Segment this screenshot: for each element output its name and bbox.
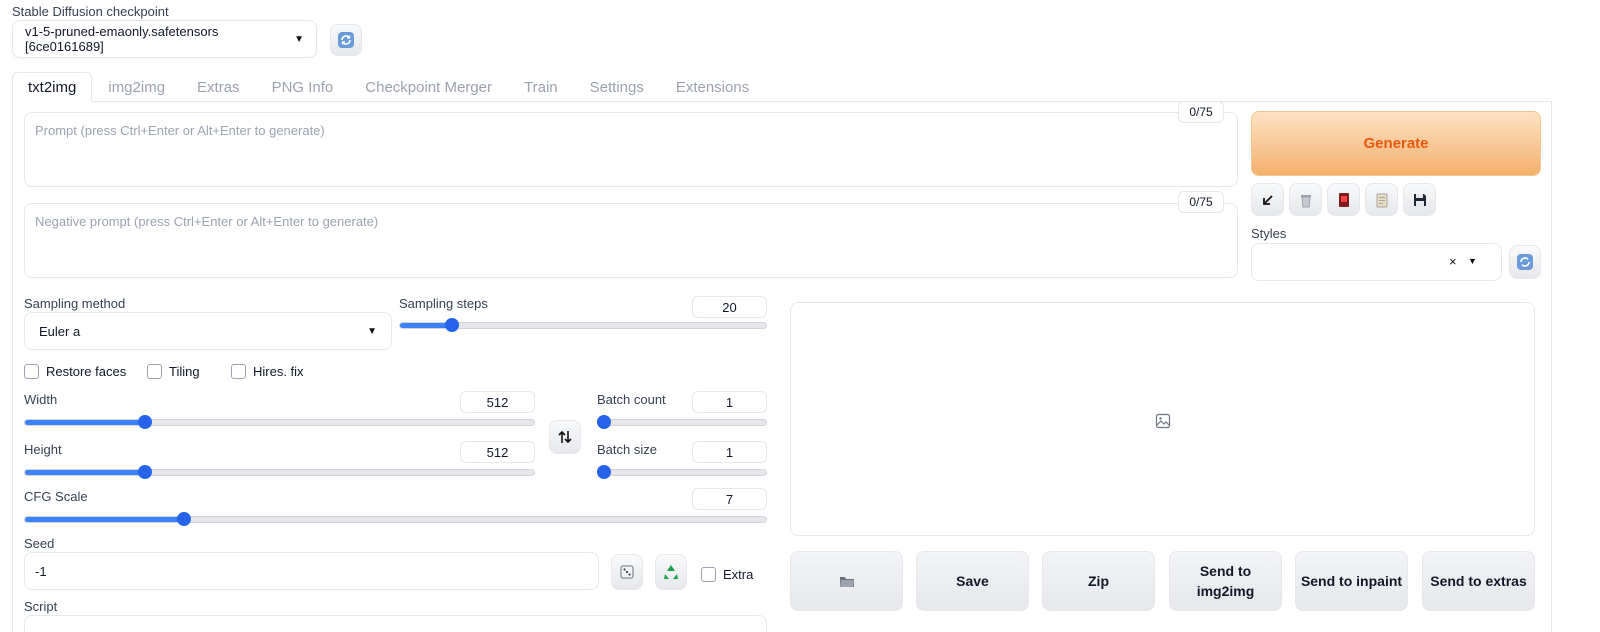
recycle-icon [664,565,678,579]
trash-icon [1300,194,1311,207]
batch-size-input[interactable]: 1 [692,441,767,463]
dice-icon [620,565,634,579]
cfg-scale-label: CFG Scale [24,489,88,504]
height-label: Height [24,442,62,457]
extra-seed-label: Extra [723,567,754,582]
styles-select[interactable]: × ▼ [1251,243,1502,281]
sampling-method-select[interactable]: Euler a ▼ [24,312,392,350]
refresh-checkpoint-button[interactable] [330,24,362,56]
cfg-scale-slider[interactable] [24,512,767,526]
sampling-method-label: Sampling method [24,296,126,311]
restore-faces-checkbox[interactable] [24,364,39,379]
width-input[interactable]: 512 [460,391,535,413]
show-extra-networks-button[interactable] [1327,183,1360,216]
random-seed-button[interactable] [611,554,643,590]
chevron-down-icon: ▼ [367,325,377,337]
extra-seed-checkbox[interactable] [701,567,716,582]
slider-thumb[interactable] [445,318,460,332]
save-button[interactable]: Save [916,551,1029,611]
tab-checkpoint-merger[interactable]: Checkpoint Merger [349,72,508,102]
tiling-label: Tiling [169,364,200,379]
sampling-steps-slider[interactable] [399,318,767,332]
height-input[interactable]: 512 [460,441,535,463]
save-style-button[interactable] [1403,183,1436,216]
sampling-method-value: Euler a [39,323,81,339]
prompt-token-counter: 0/75 [1178,101,1224,123]
hires-fix-checkbox[interactable] [231,364,246,379]
cfg-scale-input[interactable]: 7 [692,488,767,510]
swap-icon [558,430,572,444]
send-to-extras-button[interactable]: Send to extras [1422,551,1535,611]
checkpoint-label: Stable Diffusion checkpoint [12,4,169,19]
tab-extensions[interactable]: Extensions [660,72,765,102]
open-folder-button[interactable] [790,551,903,611]
refresh-styles-button[interactable] [1509,245,1541,279]
tab-txt2img[interactable]: txt2img [12,72,93,102]
slider-track [597,469,767,476]
script-select[interactable] [24,615,767,632]
folder-icon [839,577,854,587]
slider-thumb[interactable] [597,415,611,429]
slider-track [597,419,767,426]
batch-count-input[interactable]: 1 [692,391,767,413]
send-to-inpaint-button[interactable]: Send to inpaint [1295,551,1408,611]
tab-png-info[interactable]: PNG Info [256,72,350,102]
zip-button[interactable]: Zip [1042,551,1155,611]
swap-dimensions-button[interactable] [549,420,581,454]
batch-count-slider[interactable] [597,415,767,429]
styles-label: Styles [1251,226,1287,241]
slider-track [24,516,767,523]
tab-settings[interactable]: Settings [574,72,660,102]
slider-fill [400,323,448,328]
apply-style-button[interactable] [1365,183,1398,216]
hires-fix-label: Hires. fix [253,364,304,379]
send-to-img2img-button[interactable]: Send to img2img [1169,551,1282,611]
save-icon [1413,193,1426,206]
slider-fill [25,420,143,425]
image-placeholder-icon [1155,413,1171,429]
width-slider[interactable] [24,415,535,429]
negative-prompt-input[interactable]: Negative prompt (press Ctrl+Enter or Alt… [24,203,1238,278]
slider-track [24,469,535,476]
height-slider[interactable] [24,465,535,479]
sampling-steps-input[interactable]: 20 [692,296,767,318]
reuse-seed-button[interactable] [655,554,687,590]
clear-styles-icon[interactable]: × [1449,254,1457,269]
batch-count-label: Batch count [597,392,666,407]
clipboard-icon [1376,193,1387,207]
negative-prompt-token-counter: 0/75 [1178,191,1224,213]
chevron-down-icon: ▼ [294,33,304,45]
read-params-button[interactable] [1251,183,1284,216]
arrow-icon [1262,194,1273,205]
batch-size-label: Batch size [597,442,657,457]
tiling-checkbox[interactable] [147,364,162,379]
checkpoint-select[interactable]: v1-5-pruned-emaonly.safetensors [6ce0161… [12,20,317,58]
sampling-steps-label: Sampling steps [399,296,488,311]
red-card-icon [1338,192,1349,207]
slider-fill [25,517,181,522]
tab-img2img[interactable]: img2img [92,72,181,102]
prompt-input[interactable]: Prompt (press Ctrl+Enter or Alt+Enter to… [24,112,1238,187]
slider-fill [25,470,143,475]
tab-train[interactable]: Train [508,72,574,102]
chevron-down-icon: ▼ [1468,256,1477,266]
checkpoint-value: v1-5-pruned-emaonly.safetensors [6ce0161… [25,24,219,54]
slider-thumb[interactable] [597,465,611,479]
width-label: Width [24,392,58,407]
generate-button[interactable]: Generate [1251,111,1541,176]
refresh-icon [338,32,354,48]
slider-track [24,419,535,426]
seed-input[interactable]: -1 [24,552,599,590]
tab-extras[interactable]: Extras [181,72,256,102]
restore-faces-label: Restore faces [46,364,127,379]
script-label: Script [24,599,58,614]
output-gallery [790,302,1535,536]
batch-size-slider[interactable] [597,465,767,479]
tab-bar: txt2img img2img Extras PNG Info Checkpoi… [12,72,765,102]
refresh-icon [1517,254,1533,270]
slider-thumb[interactable] [177,512,192,526]
clear-prompt-button[interactable] [1289,183,1322,216]
seed-label: Seed [24,536,55,551]
